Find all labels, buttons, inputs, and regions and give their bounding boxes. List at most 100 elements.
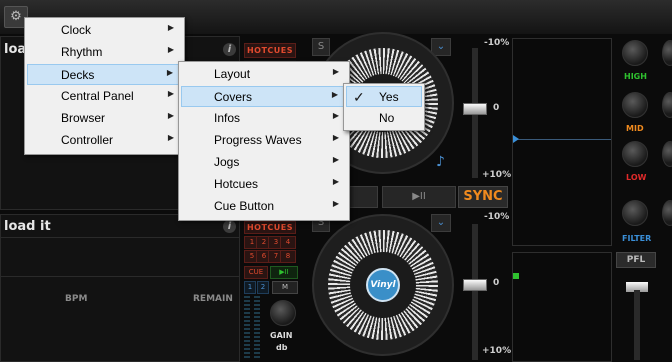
menu-item-hotcues[interactable]: Hotcues ▶ [181,174,347,195]
jog-wheel-bottom[interactable]: Vinyl [312,214,454,356]
menu-item-cue-button[interactable]: Cue Button ▶ [181,196,347,217]
waveform-center-line [513,139,611,140]
hotcue-8[interactable]: 8 [280,250,296,263]
submenu-arrow-icon: ▶ [167,45,174,54]
sync-button[interactable]: SYNC [458,186,508,208]
menu-item-label: Yes [379,90,399,104]
submenu-arrow-icon: ▶ [167,89,174,98]
pitch-fader-top[interactable] [463,103,487,115]
menu-item-label: Decks [61,68,95,82]
play-marker-icon [513,135,519,143]
menu-item-controller[interactable]: Controller ▶ [27,130,182,151]
submenu-arrow-icon: ▶ [167,23,174,32]
hotcue-4[interactable]: 4 [280,236,296,249]
eq-knob-right-2[interactable] [662,92,672,118]
menu-item-label: No [379,111,395,125]
pitch-zero-label-bottom: 0 [493,278,500,288]
menu-item-label: Covers [214,90,253,104]
menu-item-browser[interactable]: Browser ▶ [27,108,182,129]
waveform-panel-top [512,38,612,246]
menu-item-layout[interactable]: Layout ▶ [181,64,347,85]
menu-item-label: Cue Button [214,199,275,213]
eq-low-label: LOW [626,173,647,182]
info-icon-bottom[interactable]: i [223,220,236,233]
gain-knob[interactable] [270,300,296,326]
menu-item-central-panel[interactable]: Central Panel ▶ [27,86,182,107]
play-pause-button-top[interactable]: ▶II [382,186,456,208]
pitch-minus-label-top: -10% [484,38,510,48]
menu-item-label: Hotcues [214,177,259,191]
menu-item-label: Browser [61,111,106,125]
menu-item-decks[interactable]: Decks ▶ [27,64,182,85]
menu-item-yes[interactable]: ✓ Yes [346,86,422,107]
bpm-label: BPM [65,294,88,304]
gain-label: GAIN [270,331,293,340]
menu-item-covers[interactable]: Covers ▶ [181,86,347,107]
note-icon: ♪ [436,154,445,170]
menu-item-progress-waves[interactable]: Progress Waves ▶ [181,130,347,151]
eq-high-label: HIGH [624,72,647,81]
menu-item-label: Infos [214,111,241,125]
menu-item-no[interactable]: No [346,108,422,129]
pitch-fader-bottom[interactable] [463,279,487,291]
context-menu-main: Clock ▶ Rhythm ▶ Decks ▶ Central Panel ▶… [24,17,185,155]
hotcues-label-top[interactable]: HOTCUES [244,43,296,58]
deck-bottom-panel: load it i BPM REMAIN [0,214,240,362]
menu-item-label: Rhythm [61,45,103,59]
remain-label: REMAIN [193,294,233,304]
pfl-button[interactable]: PFL [616,252,656,268]
loop-1-button[interactable]: 1 [244,281,256,294]
pitch-minus-label-bottom: -10% [484,212,510,222]
menu-item-label: Central Panel [61,89,134,103]
info-icon[interactable]: i [223,43,236,56]
eq-low-knob[interactable] [622,141,648,167]
menu-item-label: Layout [214,67,251,81]
eq-mid-knob[interactable] [622,92,648,118]
submenu-arrow-icon: ▶ [332,133,339,142]
vinyl-logo: Vinyl [366,268,400,302]
submenu-arrow-icon: ▶ [332,111,339,120]
menu-item-rhythm[interactable]: Rhythm ▶ [27,42,182,63]
level-meter-left [244,296,250,360]
waveform-bottom [1,237,239,277]
eq-high-knob[interactable] [622,40,648,66]
waveform-panel-bottom [512,252,612,362]
submenu-arrow-icon: ▶ [167,133,174,142]
play-button-bottom[interactable]: ▶II [270,266,298,279]
loop-m-button[interactable]: M [272,281,298,294]
checkmark-icon: ✓ [353,89,365,105]
shift-button-top[interactable]: S [312,38,330,56]
deck-dropdown-chevron-icon-bottom[interactable]: ⌄ [431,214,451,232]
submenu-arrow-icon: ▶ [332,67,339,76]
eq-knob-right-1[interactable] [662,40,672,66]
deck-bottom-title: load it [4,219,51,234]
filter-label: FILTER [622,234,652,243]
gain-unit: db [276,343,288,352]
level-meter-right [254,296,260,360]
submenu-arrow-icon: ▶ [331,90,338,99]
submenu-arrow-icon: ▶ [332,155,339,164]
menu-item-label: Controller [61,133,114,147]
filter-knob[interactable] [622,200,648,226]
cue-button-bottom[interactable]: CUE [244,266,268,279]
submenu-arrow-icon: ▶ [332,177,339,186]
menu-item-clock[interactable]: Clock ▶ [27,20,182,41]
pitch-zero-label-top: 0 [493,103,500,113]
eq-knob-right-3[interactable] [662,141,672,167]
menu-item-jogs[interactable]: Jogs ▶ [181,152,347,173]
eq-mid-label: MID [626,124,644,133]
pitch-track-bottom [472,224,478,360]
menu-item-label: Progress Waves [214,133,302,147]
menu-item-infos[interactable]: Infos ▶ [181,108,347,129]
context-menu-decks: Layout ▶ Covers ▶ Infos ▶ Progress Waves… [178,61,350,221]
eq-knob-right-4[interactable] [662,200,672,226]
submenu-arrow-icon: ▶ [167,111,174,120]
waveform-bottom-marker [513,273,519,279]
loop-2-button[interactable]: 2 [257,281,269,294]
submenu-arrow-icon: ▶ [332,199,339,208]
submenu-arrow-icon: ▶ [166,68,173,77]
hotcues-label-bottom[interactable]: HOTCUES [244,221,296,234]
pitch-plus-label-bottom: +10% [482,346,512,356]
volume-track [634,290,640,360]
menu-item-label: Clock [61,23,92,37]
